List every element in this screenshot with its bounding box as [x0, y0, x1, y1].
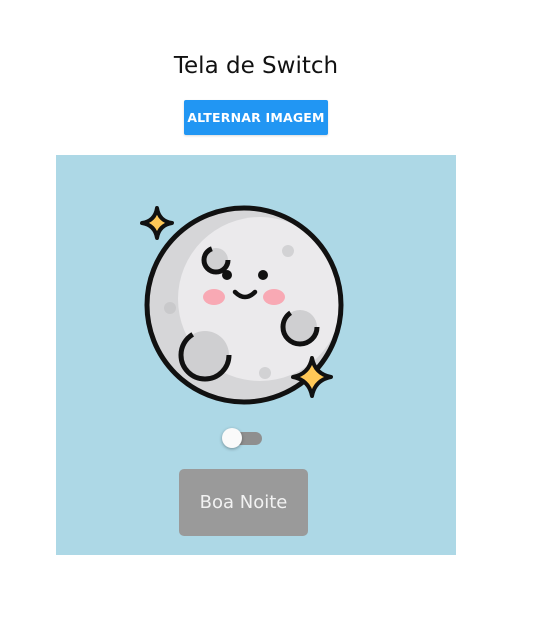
page-title: Tela de Switch [173, 53, 339, 79]
theme-switch[interactable] [222, 427, 264, 449]
switch-thumb[interactable] [222, 428, 242, 448]
smiling-moon-icon [140, 205, 344, 405]
good-night-button[interactable]: Boa Noite [179, 469, 308, 536]
toggle-image-button[interactable]: ALTERNAR IMAGEM [184, 100, 328, 135]
